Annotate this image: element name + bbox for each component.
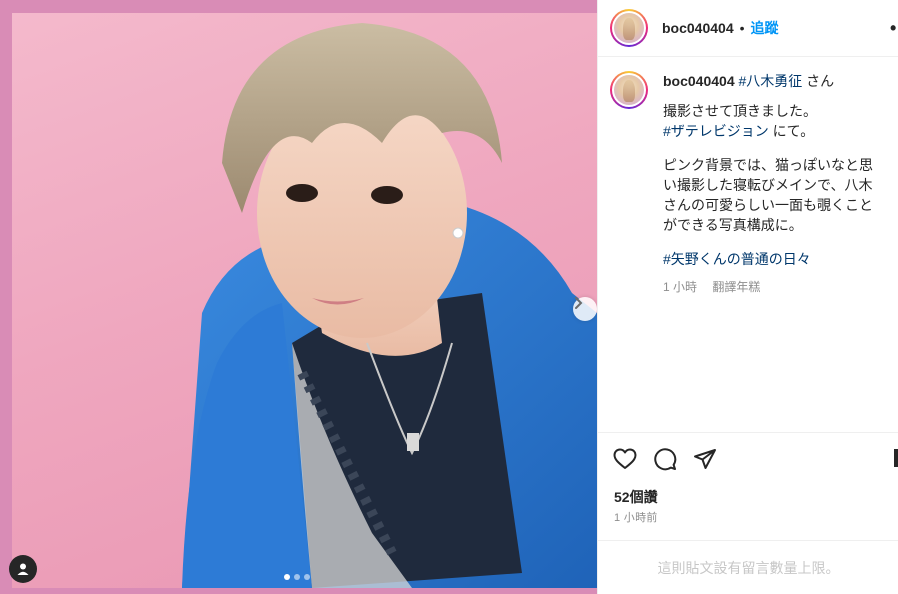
caption-text: 撮影させて頂きました。 — [663, 103, 817, 119]
avatar-image — [614, 75, 644, 105]
caption-time: 1 小時 — [663, 280, 698, 294]
avatar[interactable] — [610, 9, 648, 47]
comments-limited-notice: 這則貼文設有留言數量上限。 — [598, 540, 898, 594]
like-count[interactable]: 52個讚 — [614, 487, 658, 507]
share-button[interactable] — [693, 448, 717, 470]
carousel-dot — [304, 574, 310, 580]
like-button[interactable] — [613, 448, 637, 470]
comment-button[interactable] — [653, 447, 677, 471]
carousel-dot — [284, 574, 290, 580]
post-side-panel: boc040404 • 追蹤 • boc040404 #八木勇征 さん 撮影させ… — [597, 0, 898, 594]
post-caption: boc040404 #八木勇征 さん 撮影させて頂きました。 #ザテレビジョン … — [598, 57, 898, 297]
more-horizontal-icon[interactable]: • — [890, 18, 897, 39]
caption-paragraph: ピンク背景では、猫っぽいなと思い撮影した寝転びメインで、八木さんの可愛らしい一面… — [663, 157, 873, 233]
post-photo[interactable] — [12, 13, 597, 588]
hashtag-link[interactable]: #矢野くんの普通の日々 — [663, 251, 811, 267]
bookmark-icon[interactable] — [894, 449, 898, 467]
carousel-indicator — [284, 574, 310, 580]
caption-line-1: boc040404 #八木勇征 さん — [663, 71, 886, 91]
post-header: boc040404 • 追蹤 • — [598, 0, 898, 57]
post-media — [0, 0, 597, 594]
caption-paragraph: #矢野くんの普通の日々 — [663, 249, 886, 269]
caption-text: にて。 — [768, 123, 815, 139]
carousel-dot — [294, 574, 300, 580]
heart-icon — [613, 448, 637, 469]
hashtag-link[interactable]: #八木勇征 — [739, 73, 803, 89]
hashtag-link[interactable]: #ザテレビジョン — [663, 123, 769, 139]
caption-meta: 1 小時 翻譯年糕 — [663, 277, 886, 297]
action-bar — [598, 432, 898, 484]
carousel-next-button[interactable] — [573, 297, 597, 321]
caption-body: boc040404 #八木勇征 さん 撮影させて頂きました。 #ザテレビジョン … — [663, 71, 886, 297]
comment-icon — [654, 447, 677, 470]
translate-button[interactable]: 翻譯年糕 — [712, 280, 760, 294]
header-separator: • — [739, 20, 745, 36]
portrait-illustration — [182, 23, 597, 588]
follow-button[interactable]: 追蹤 — [751, 18, 779, 38]
caption-avatar[interactable] — [610, 71, 648, 109]
user-icon — [17, 563, 29, 575]
caption-username[interactable]: boc040404 — [663, 73, 735, 89]
caption-paragraph: 撮影させて頂きました。 #ザテレビジョン にて。 — [663, 101, 886, 141]
caption-text: さん — [802, 73, 835, 89]
chevron-right-icon — [575, 297, 583, 309]
tagged-users-button[interactable] — [9, 555, 37, 583]
send-icon — [694, 448, 716, 469]
post-timestamp: 1 小時前 — [614, 512, 658, 524]
avatar-image — [614, 13, 644, 43]
post-username[interactable]: boc040404 — [662, 20, 734, 36]
